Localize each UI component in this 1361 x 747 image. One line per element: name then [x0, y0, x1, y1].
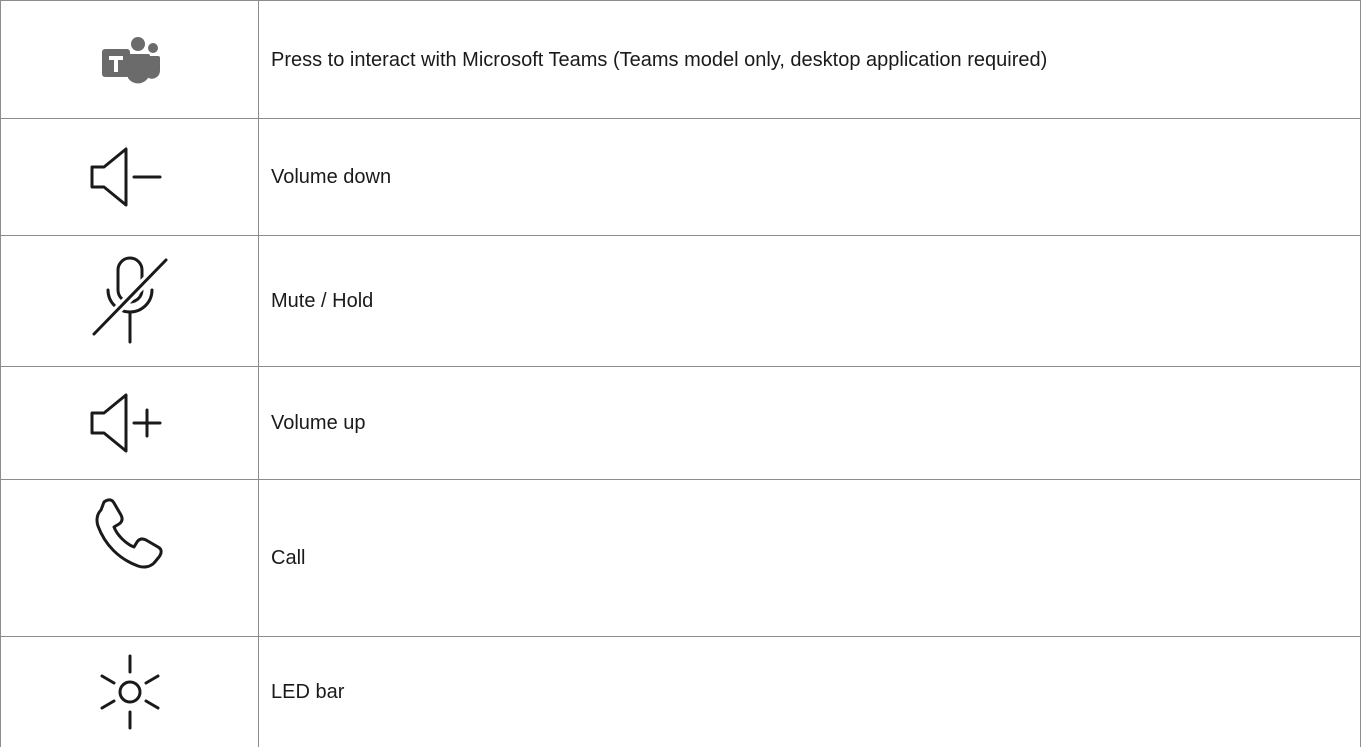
description-cell: Call: [258, 479, 1361, 637]
row-description: Volume up: [271, 412, 366, 434]
description-cell: Volume down: [258, 118, 1361, 236]
volume-down-icon: [1, 137, 258, 217]
icon-cell: [0, 366, 259, 480]
description-cell: Volume up: [258, 366, 1361, 480]
description-cell: LED bar: [258, 636, 1361, 747]
mute-hold-icon: [1, 246, 258, 356]
row-description: Volume down: [271, 166, 392, 188]
button-legend-table: Press to interact with Microsoft Teams (…: [0, 0, 1361, 747]
row-description: Mute / Hold: [271, 290, 374, 312]
row-description: Call: [271, 547, 306, 569]
icon-cell: [0, 636, 259, 747]
table-row: Volume up: [0, 366, 1361, 480]
microsoft-teams-icon: [1, 32, 258, 88]
description-cell: Mute / Hold: [258, 235, 1361, 367]
table-row: Mute / Hold: [0, 235, 1361, 367]
icon-cell: [0, 235, 259, 367]
table-row: LED bar: [0, 636, 1361, 747]
table-row: Call: [0, 479, 1361, 637]
icon-cell: [0, 0, 259, 119]
led-bar-icon: [1, 644, 258, 740]
description-cell: Press to interact with Microsoft Teams (…: [258, 0, 1361, 119]
icon-cell: [0, 118, 259, 236]
row-description: Press to interact with Microsoft Teams (…: [271, 48, 1048, 71]
volume-up-icon: [1, 383, 258, 463]
icon-cell: [0, 479, 259, 637]
table-row: Press to interact with Microsoft Teams (…: [0, 0, 1361, 119]
call-icon: [1, 488, 258, 578]
table-row: Volume down: [0, 118, 1361, 236]
row-description: LED bar: [271, 680, 345, 703]
